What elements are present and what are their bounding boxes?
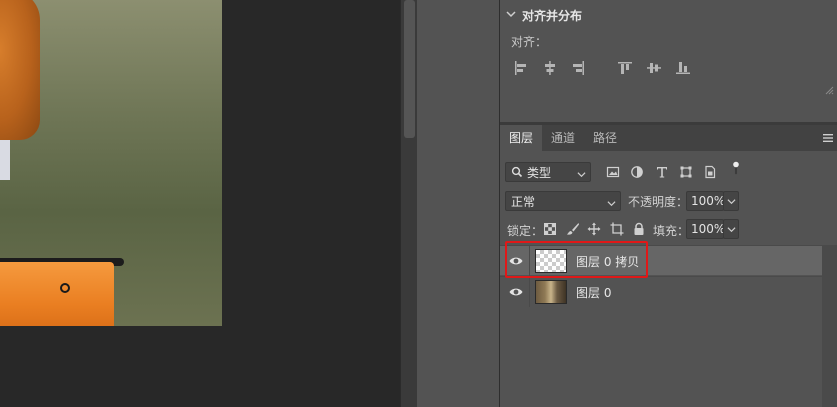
chevron-down-icon [607,197,616,207]
tab-paths[interactable]: 路径 [584,125,626,151]
lock-all-icon[interactable] [632,222,646,236]
panel-menu-icon[interactable] [822,132,834,144]
chevron-down-icon [727,227,736,233]
layer-filter-value: 类型 [527,165,552,180]
lock-position-move-icon[interactable] [587,222,601,236]
blend-mode-dropdown[interactable]: 正常 [505,191,621,211]
align-vertical-centers-icon[interactable] [646,60,662,76]
eye-visibility-icon[interactable] [509,255,523,267]
lock-label: 锁定： [507,224,544,238]
fill-label: 填充： [653,224,690,238]
align-distribute-panel: 对齐并分布 对齐： [500,0,837,122]
eye-visibility-icon[interactable] [509,286,523,298]
align-panel-header[interactable]: 对齐并分布 [506,6,582,24]
layer-thumbnail-photo [535,280,567,304]
search-icon [511,166,523,178]
filter-pixel-layer-icon[interactable] [606,165,620,179]
document-image [0,0,222,326]
canvas-vertical-scrollbar[interactable] [400,0,417,407]
opacity-chevron[interactable] [723,191,739,211]
chevron-down-icon[interactable] [506,8,516,22]
layers-list-scrollbar[interactable] [822,245,837,407]
chevron-down-icon [727,199,736,205]
opacity-input[interactable]: 100% [686,191,725,211]
panel-dock-spacer [417,0,499,407]
filter-adjustment-layer-icon[interactable] [630,165,644,179]
fill-input[interactable]: 100% [686,219,725,239]
layer-row[interactable]: 图层 0 拷贝 [500,245,822,276]
layers-panel: 图层 通道 路径 类型 正常 不透明度： 100% 锁定： 填充： 100% 图… [500,125,837,407]
layer-name[interactable]: 图层 0 拷贝 [576,253,639,270]
align-right-edges-icon[interactable] [570,60,586,76]
tab-channels[interactable]: 通道 [542,125,584,151]
document-canvas[interactable] [0,0,400,407]
fill-chevron[interactable] [723,219,739,239]
align-horizontal-centers-icon[interactable] [542,60,558,76]
align-top-edges-icon[interactable] [617,60,633,76]
layer-filter-dropdown[interactable]: 类型 [505,162,591,182]
layer-thumbnail-transparent [535,249,567,273]
tab-layers[interactable]: 图层 [500,125,543,151]
layer-row[interactable]: 图层 0 [500,276,822,307]
layer-name[interactable]: 图层 0 [576,284,611,301]
lock-image-pixels-brush-icon[interactable] [566,222,580,236]
filter-smart-object-icon[interactable] [703,165,717,179]
align-panel-title: 对齐并分布 [522,8,583,23]
chevron-down-icon [577,168,586,178]
panel-resize-grip-icon[interactable] [824,84,834,95]
opacity-label: 不透明度： [628,195,689,209]
align-label: 对齐： [511,35,548,49]
layers-panel-tabs: 图层 通道 路径 [500,125,837,151]
filter-type-layer-icon[interactable] [655,165,669,179]
right-panel-dock: 对齐并分布 对齐： 图层 通道 路径 类型 正常 不透明度： 100% 锁定： … [499,0,837,407]
lock-transparent-pixels-icon[interactable] [543,222,557,236]
lock-artboard-icon[interactable] [610,222,624,236]
align-left-edges-icon[interactable] [513,60,529,76]
blend-mode-value: 正常 [511,194,536,209]
align-bottom-edges-icon[interactable] [675,60,691,76]
filter-shape-layer-icon[interactable] [679,165,693,179]
filter-toggle-switch[interactable] [729,161,739,181]
scrollbar-thumb[interactable] [404,0,415,138]
